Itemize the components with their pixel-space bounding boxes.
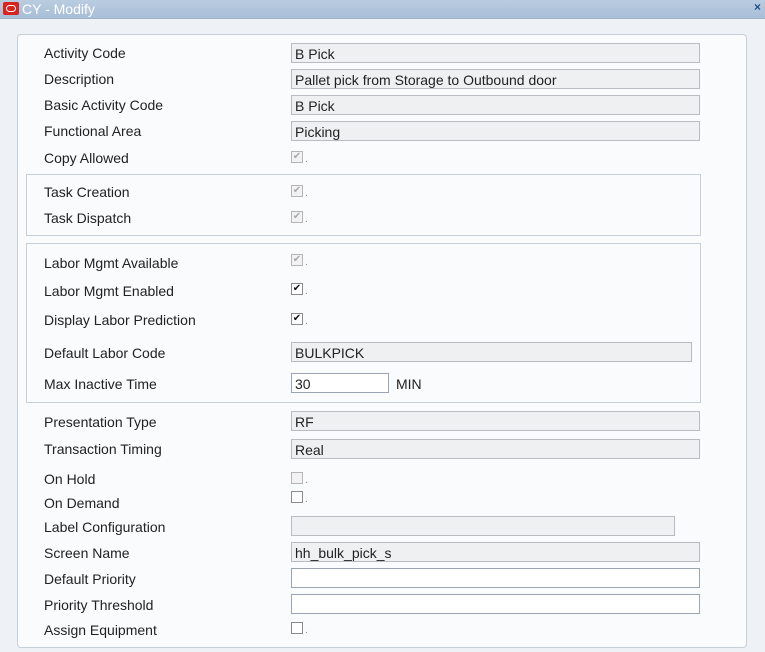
task-creation-checkbox: ✔ [291, 185, 303, 197]
functional-area-label: Functional Area [44, 123, 142, 139]
label-configuration-label: Label Configuration [44, 519, 166, 535]
priority-threshold-input[interactable] [291, 594, 700, 614]
task-dispatch-dot: . [305, 214, 308, 225]
basic-activity-code-field: B Pick [291, 95, 700, 115]
on-demand-label: On Demand [44, 495, 120, 511]
assign-equipment-dot: . [305, 625, 308, 636]
transaction-timing-label: Transaction Timing [44, 441, 162, 457]
task-creation-label: Task Creation [44, 184, 130, 200]
labor-mgmt-enabled-dot: . [305, 286, 308, 297]
oracle-logo-icon [3, 2, 19, 15]
on-demand-dot: . [305, 494, 308, 505]
transaction-timing-field: Real [291, 439, 700, 459]
basic-activity-code-label: Basic Activity Code [44, 97, 164, 113]
screen-name-label: Screen Name [44, 545, 130, 561]
functional-area-field: Picking [291, 121, 700, 141]
on-demand-checkbox[interactable] [291, 491, 303, 503]
label-configuration-field [291, 516, 675, 536]
display-labor-prediction-label: Display Labor Prediction [44, 312, 196, 328]
window-title: CY - Modify [22, 1, 95, 17]
description-label: Description [44, 71, 115, 87]
default-priority-label: Default Priority [44, 571, 136, 587]
copy-allowed-label: Copy Allowed [44, 150, 129, 166]
copy-allowed-checkbox: ✔ [291, 151, 303, 163]
presentation-type-label: Presentation Type [44, 414, 157, 430]
on-hold-label: On Hold [44, 471, 96, 487]
default-labor-code-field: BULKPICK [291, 342, 692, 362]
activity-code-label: Activity Code [44, 45, 126, 61]
max-inactive-time-label: Max Inactive Time [44, 376, 157, 392]
assign-equipment-label: Assign Equipment [44, 622, 157, 638]
assign-equipment-checkbox[interactable] [291, 622, 303, 634]
display-labor-prediction-dot: . [305, 316, 308, 327]
title-bar: CY - Modify × [0, 0, 765, 19]
on-hold-checkbox [291, 472, 303, 484]
screen-name-field: hh_bulk_pick_s [291, 542, 700, 562]
copy-allowed-dot: . [305, 154, 308, 165]
presentation-type-field: RF [291, 411, 700, 431]
on-hold-dot: . [305, 475, 308, 486]
max-inactive-time-input[interactable]: 30 [291, 373, 389, 393]
display-labor-prediction-checkbox[interactable]: ✔ [291, 313, 303, 325]
activity-code-field: B Pick [291, 43, 700, 63]
task-dispatch-label: Task Dispatch [44, 210, 132, 226]
default-labor-code-label: Default Labor Code [44, 345, 166, 361]
priority-threshold-label: Priority Threshold [44, 597, 154, 613]
close-icon[interactable]: × [754, 0, 761, 14]
labor-mgmt-available-label: Labor Mgmt Available [44, 255, 179, 271]
task-creation-dot: . [305, 188, 308, 199]
default-priority-input[interactable] [291, 568, 700, 588]
max-inactive-time-unit: MIN [396, 376, 422, 392]
labor-mgmt-enabled-checkbox[interactable]: ✔ [291, 283, 303, 295]
description-field: Pallet pick from Storage to Outbound doo… [291, 69, 700, 89]
labor-mgmt-available-checkbox: ✔ [291, 254, 303, 266]
labor-mgmt-enabled-label: Labor Mgmt Enabled [44, 283, 174, 299]
task-dispatch-checkbox: ✔ [291, 211, 303, 223]
labor-mgmt-available-dot: . [305, 257, 308, 268]
